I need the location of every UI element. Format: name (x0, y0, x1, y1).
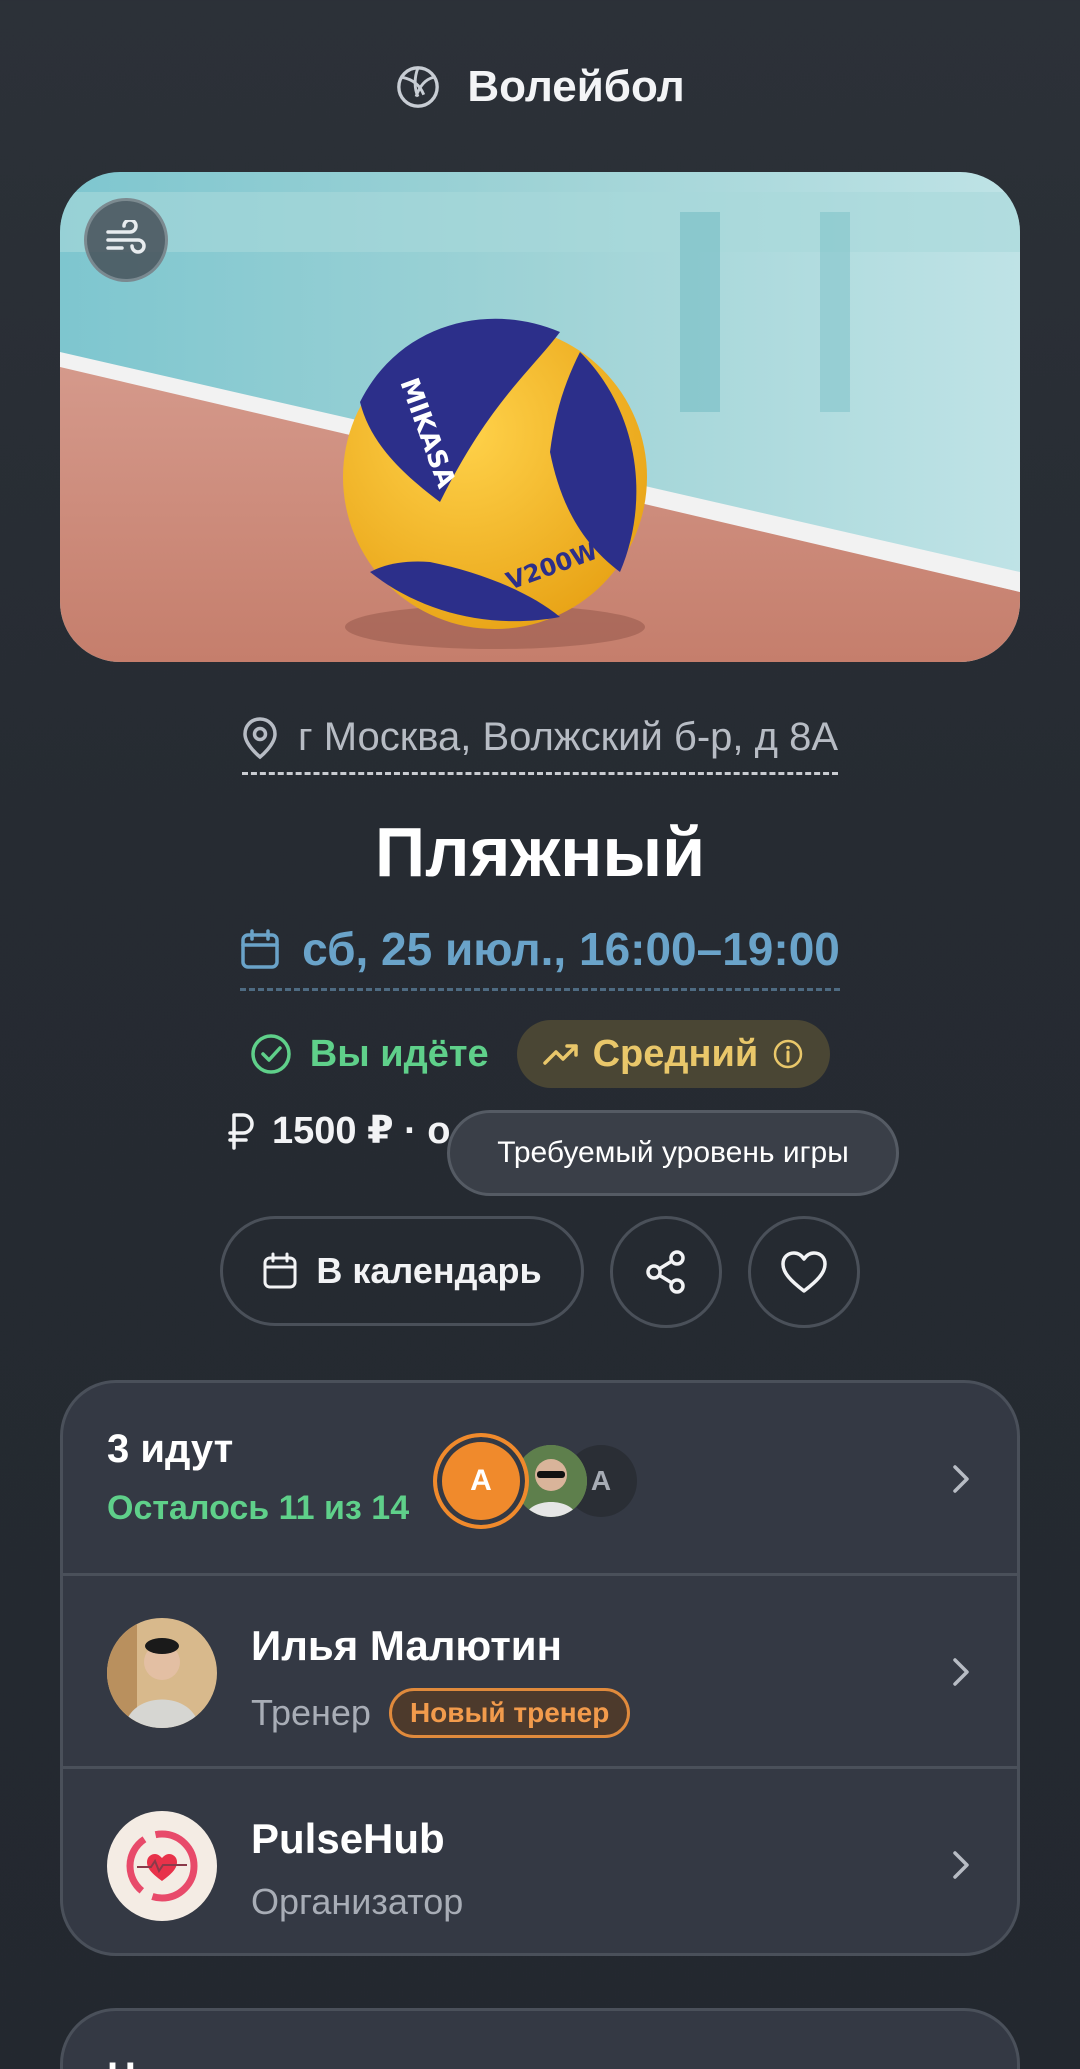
ruble-icon (228, 1112, 254, 1150)
organizer-role-row: Организатор (251, 1881, 463, 1923)
new-coach-badge: Новый тренер (388, 1688, 631, 1738)
next-section-card: Н (60, 2008, 1020, 2069)
share-button[interactable] (610, 1216, 722, 1328)
going-label: Вы идёте (309, 1032, 489, 1075)
address-row: г Москва, Волжский б-р, д 8А (0, 715, 1080, 775)
organizer-row[interactable]: PulseHub Организатор (63, 1769, 1017, 1953)
page-title: Волейбол (467, 62, 685, 111)
datetime-text: сб, 25 июл., 16:00–19:00 (302, 923, 840, 975)
weather-button[interactable] (84, 198, 168, 282)
organizer-logo (107, 1811, 217, 1921)
volleyball-icon (397, 66, 440, 108)
event-cover-image: MIKASA V200W (60, 172, 1020, 662)
participants-row[interactable]: 3 идут Осталось 11 из 14 А А (63, 1383, 1017, 1575)
heart-icon (781, 1251, 827, 1293)
page-header: Волейбол (0, 55, 1080, 119)
going-status: Вы идёте (250, 1033, 489, 1076)
check-circle-icon (251, 1034, 291, 1074)
participants-avatars: А А (433, 1433, 653, 1533)
coach-role: Тренер (251, 1692, 371, 1733)
calendar-button-label: В календарь (316, 1250, 542, 1291)
level-label: Средний (592, 1032, 759, 1075)
organizer-role: Организатор (251, 1881, 464, 1922)
event-title: Пляжный (374, 813, 706, 891)
price-row: 1500 ₽ · о (228, 1108, 451, 1153)
add-to-calendar-button[interactable]: В календарь (220, 1216, 584, 1326)
coach-role-row: Тренер Новый тренер (251, 1688, 631, 1738)
level-tooltip: Требуемый уровень игры (447, 1110, 899, 1196)
avatar (107, 1618, 217, 1728)
chevron-right-icon (953, 1851, 969, 1879)
calendar-icon (241, 929, 279, 969)
participants-title: 3 идут (107, 1427, 234, 1471)
chevron-right-icon (953, 1658, 969, 1686)
share-icon (646, 1250, 685, 1294)
coach-name: Илья Малютин (251, 1622, 562, 1669)
organizer-name: PulseHub (251, 1815, 445, 1862)
favorite-button[interactable] (748, 1216, 860, 1328)
address-link[interactable]: г Москва, Волжский б-р, д 8А (241, 715, 839, 775)
action-bar: В календарь (220, 1216, 860, 1328)
datetime-link[interactable]: сб, 25 июл., 16:00–19:00 (240, 922, 840, 991)
trending-up-icon (542, 1044, 578, 1065)
info-icon[interactable] (772, 1038, 804, 1070)
calendar-icon (263, 1252, 297, 1289)
price-text: 1500 ₽ · о (272, 1110, 451, 1152)
level-badge[interactable]: Средний (516, 1020, 831, 1088)
participants-remaining: Осталось 11 из 14 (107, 1489, 410, 1527)
address-text: г Москва, Волжский б-р, д 8А (297, 715, 839, 759)
chevron-right-icon (953, 1465, 969, 1493)
event-info-card: 3 идут Осталось 11 из 14 А А Илья Малюти… (60, 1380, 1020, 1956)
status-row: Вы идёте Средний (0, 1020, 1080, 1088)
datetime-row: сб, 25 июл., 16:00–19:00 (0, 922, 1080, 991)
wind-icon (106, 220, 146, 254)
avatar: А (433, 1433, 529, 1529)
coach-row[interactable]: Илья Малютин Тренер Новый тренер (63, 1576, 1017, 1768)
next-section-title: Н (107, 2055, 136, 2069)
location-pin-icon (243, 716, 277, 759)
